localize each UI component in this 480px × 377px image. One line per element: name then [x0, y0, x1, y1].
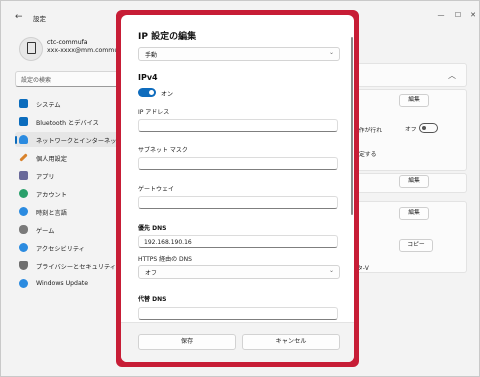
sidebar-item-label: ゲーム — [36, 227, 55, 235]
sidebar-item-windows-update[interactable]: Windows Update — [15, 276, 121, 291]
preferred-dns-label: 優先 DNS — [138, 225, 167, 232]
ip-mode-value: 手動 — [145, 52, 158, 59]
settings-window: ← 設定 — ☐ ✕ ctc-commufa xxx-xxxx@mm.commu… — [0, 0, 480, 377]
alternate-dns-label: 代替 DNS — [138, 296, 167, 303]
search-placeholder: 設定の検索 — [21, 77, 52, 84]
person-icon — [19, 189, 28, 198]
back-arrow-icon[interactable]: ← — [15, 12, 23, 22]
chevron-down-icon: ⌄ — [328, 49, 334, 56]
sidebar-item-privacy[interactable]: プライバシーとセキュリティ — [15, 258, 121, 273]
dialog-footer: 保存 キャンセル — [121, 322, 354, 362]
dialog-title: IP 設定の編集 — [138, 32, 197, 42]
wifi-icon — [19, 135, 28, 144]
sidebar-item-label: アカウント — [36, 191, 67, 199]
badge-icon — [27, 42, 36, 54]
pen-icon — [19, 153, 28, 162]
https-dns-label: HTTPS 経由の DNS — [138, 256, 192, 263]
edit-ip-dialog: IP 設定の編集 手動 ⌄ IPv4 オン IP アドレス サブネット マスク … — [121, 15, 354, 362]
selection-indicator — [15, 136, 17, 144]
preferred-dns-input[interactable]: 192.168.190.16 — [138, 235, 338, 248]
edit-button[interactable]: 編集 — [399, 94, 429, 107]
bluetooth-icon — [19, 117, 28, 126]
chevron-down-icon: ⌄ — [328, 267, 334, 274]
https-dns-select[interactable]: オフ ⌄ — [138, 265, 340, 279]
minimize-button[interactable]: — — [433, 10, 449, 20]
save-button[interactable]: 保存 — [138, 334, 236, 350]
sidebar-item-system[interactable]: システム — [15, 96, 121, 111]
sidebar-item-label: システム — [36, 101, 61, 109]
ip-mode-select[interactable]: 手動 ⌄ — [138, 47, 340, 61]
background-card: ︿ — [353, 63, 467, 87]
monitor-icon — [19, 99, 28, 108]
sidebar-item-label: アプリ — [36, 173, 55, 181]
sidebar-item-label: ネットワークとインターネット — [36, 137, 123, 145]
gamepad-icon — [19, 225, 28, 234]
edit-button[interactable]: 編集 — [399, 175, 429, 188]
gateway-input[interactable] — [138, 196, 338, 209]
sidebar-item-apps[interactable]: アプリ — [15, 168, 121, 183]
sidebar-item-gaming[interactable]: ゲーム — [15, 222, 121, 237]
sidebar-item-label: プライバシーとセキュリティ — [36, 263, 116, 271]
edit-button[interactable]: 編集 — [399, 207, 429, 220]
background-toggle[interactable] — [419, 123, 438, 133]
sidebar-item-label: Windows Update — [36, 279, 88, 287]
sidebar-item-accessibility[interactable]: アクセシビリティ — [15, 240, 121, 255]
sidebar-item-personalization[interactable]: 個人用設定 — [15, 150, 121, 165]
sidebar-item-label: 個人用設定 — [36, 155, 67, 163]
refresh-icon — [19, 279, 28, 288]
subnet-mask-label: サブネット マスク — [138, 147, 188, 154]
sidebar-item-bluetooth[interactable]: Bluetooth とデバイス — [15, 114, 121, 129]
user-name: ctc-commufa — [47, 39, 88, 46]
maximize-button[interactable]: ☐ — [450, 10, 466, 20]
background-text: 定する — [359, 152, 377, 158]
sidebar-item-label: アクセシビリティ — [36, 245, 85, 253]
close-button[interactable]: ✕ — [465, 10, 479, 20]
https-dns-value: オフ — [145, 270, 158, 277]
clock-icon — [19, 207, 28, 216]
cancel-button[interactable]: キャンセル — [242, 334, 340, 350]
copy-button[interactable]: コピー — [399, 239, 433, 252]
avatar — [19, 37, 43, 61]
sidebar-item-label: 時刻と言語 — [36, 209, 67, 217]
app-title: 設定 — [33, 15, 46, 23]
sidebar-item-time-language[interactable]: 時刻と言語 — [15, 204, 121, 219]
sidebar-item-accounts[interactable]: アカウント — [15, 186, 121, 201]
dialog-scrollbar[interactable] — [351, 37, 353, 215]
ip-address-input[interactable] — [138, 119, 338, 132]
ip-address-label: IP アドレス — [138, 109, 170, 116]
ipv4-toggle-label: オン — [161, 91, 174, 98]
ipv4-toggle[interactable] — [138, 88, 156, 97]
gateway-label: ゲートウェイ — [138, 186, 175, 193]
chevron-up-icon[interactable]: ︿ — [448, 70, 456, 81]
ipv4-heading: IPv4 — [138, 73, 158, 82]
sidebar-item-network[interactable]: ネットワークとインターネット — [15, 132, 123, 147]
alternate-dns-input[interactable] — [138, 307, 338, 320]
apps-icon — [19, 171, 28, 180]
shield-icon — [19, 261, 28, 270]
sidebar-item-label: Bluetooth とデバイス — [36, 119, 99, 127]
search-input[interactable]: 設定の検索 — [15, 71, 121, 87]
subnet-mask-input[interactable] — [138, 157, 338, 170]
preferred-dns-value: 192.168.190.16 — [144, 238, 192, 246]
off-label: オフ — [405, 127, 417, 133]
accessibility-icon — [19, 243, 28, 252]
